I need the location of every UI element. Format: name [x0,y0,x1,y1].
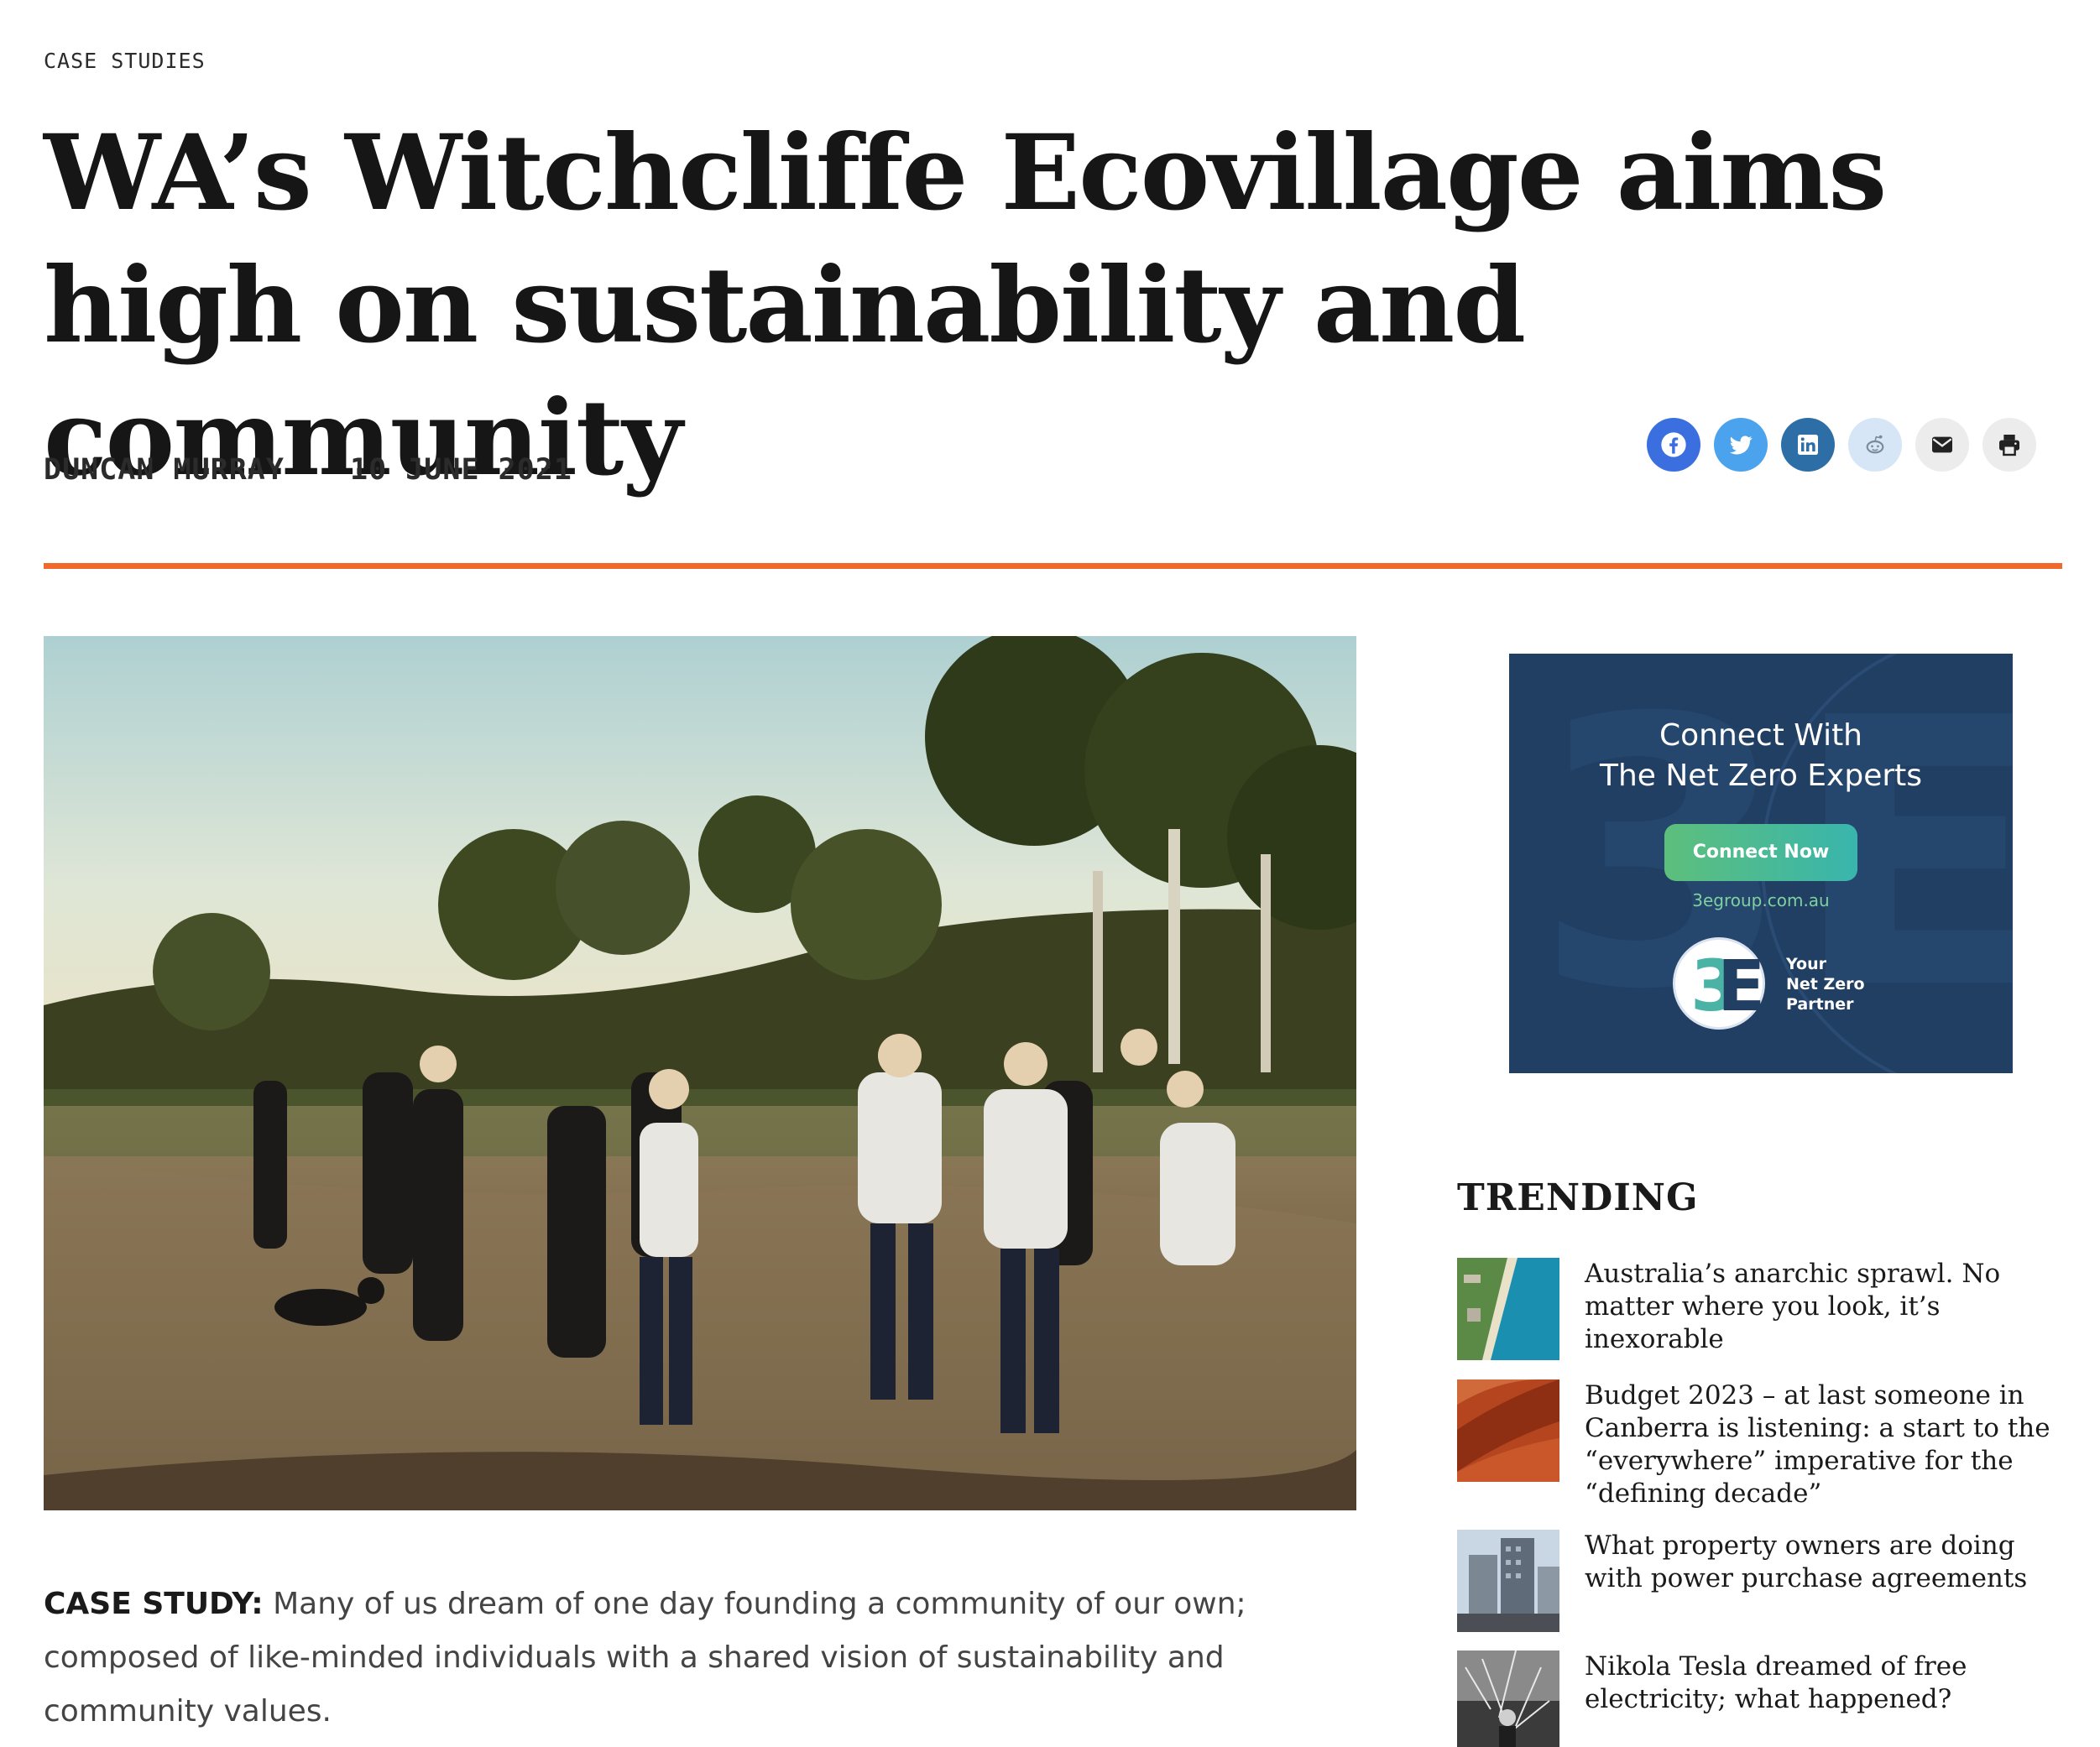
print-icon [1999,435,2019,456]
trending-thumbnail[interactable] [1457,1379,1559,1482]
share-twitter-button[interactable] [1714,418,1768,472]
trending-item-title[interactable]: Australia’s anarchic sprawl. No matter w… [1585,1258,2063,1360]
publish-date: 10 JUNE 2021 [350,453,572,487]
share-linkedin-button[interactable] [1781,418,1835,472]
trending-item-title[interactable]: What property owners are doing with powe… [1585,1530,2063,1632]
twitter-icon [1729,435,1753,455]
email-icon [1932,436,1952,453]
print-button[interactable] [1982,418,2036,472]
linkedin-icon [1798,435,1818,455]
share-reddit-button[interactable] [1848,418,1902,472]
ad-3e-logo-icon: 3E [1673,937,1765,1030]
facebook-icon [1661,432,1686,457]
ad-connect-button[interactable]: Connect Now [1664,824,1857,881]
trending-thumbnail[interactable] [1457,1651,1559,1747]
ad-url[interactable]: 3egroup.com.au [1509,890,2013,910]
ad-headline: Connect With The Net Zero Experts [1599,718,1923,793]
trending-item[interactable]: Australia’s anarchic sprawl. No matter w… [1457,1258,2063,1360]
trending-item[interactable]: What property owners are doing with powe… [1457,1530,2063,1632]
trending-item-title[interactable]: Budget 2023 – at last someone in Canberr… [1585,1379,2063,1510]
byline: DUNCAN MURRAY 10 JUNE 2021 [44,453,619,487]
trending-thumbnail[interactable] [1457,1530,1559,1632]
share-facebook-button[interactable] [1647,418,1700,472]
ad-tagline: Your Net Zero Partner [1786,955,1865,1014]
trending-item[interactable]: Nikola Tesla dreamed of free electricity… [1457,1651,2063,1747]
lead-label: CASE STUDY: [44,1587,264,1621]
advertisement-banner[interactable]: 3E Connect With The Net Zero Experts Con… [1509,654,2013,1073]
share-buttons [1647,418,2036,472]
trending-item[interactable]: Budget 2023 – at last someone in Canberr… [1457,1379,2063,1510]
trending-heading: TRENDING [1457,1176,1699,1219]
author-name[interactable]: DUNCAN MURRAY [44,453,285,487]
header-divider [44,563,2062,569]
trending-item-title[interactable]: Nikola Tesla dreamed of free electricity… [1585,1651,2063,1747]
category-link[interactable]: CASE STUDIES [44,49,206,73]
hero-image [44,636,1356,1510]
lead-paragraph: CASE STUDY: Many of us dream of one day … [44,1578,1319,1739]
share-email-button[interactable] [1915,418,1969,472]
trending-thumbnail[interactable] [1457,1258,1559,1360]
reddit-icon [1866,435,1884,454]
